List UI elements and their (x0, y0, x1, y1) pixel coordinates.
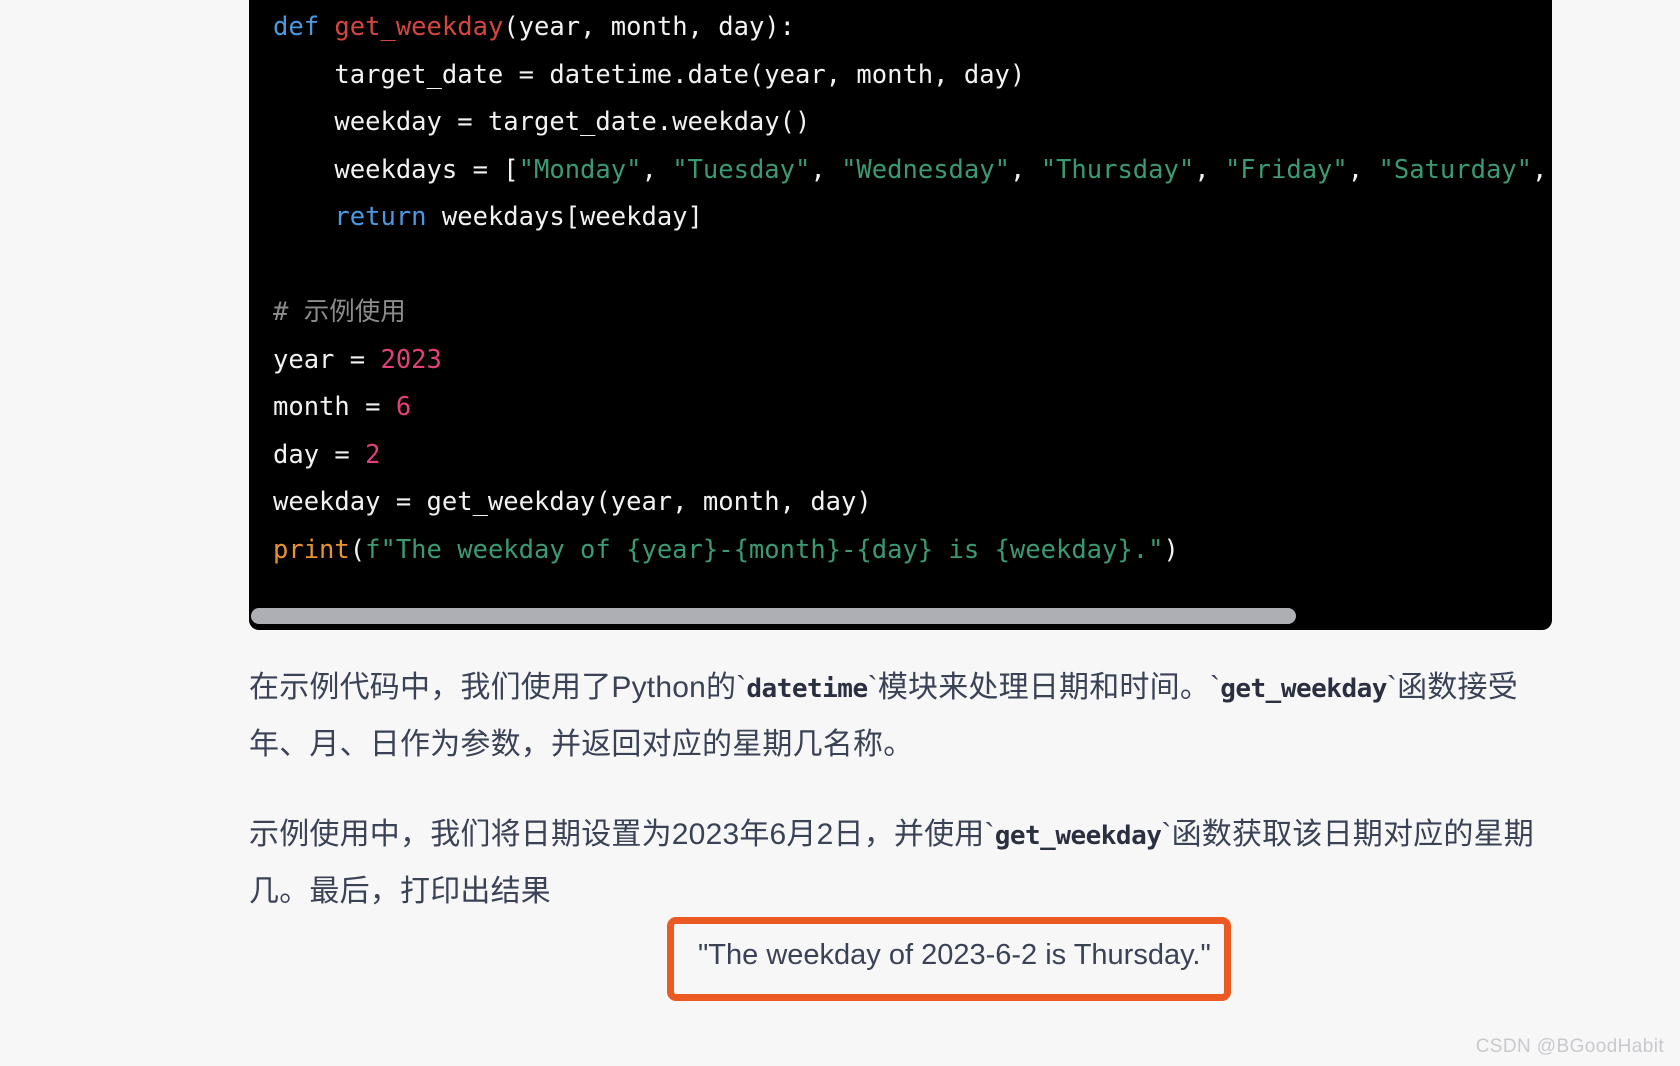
code-token-cmt: # 示例使用 (273, 297, 406, 327)
code-token-plain: weekday = target_date.weekday() (273, 107, 811, 137)
code-token-num: 2 (365, 439, 381, 470)
code-line: # 示例使用 (273, 289, 1552, 337)
article-body: 在示例代码中，我们使用了Python的`datetime`模块来处理日期和时间。… (249, 660, 1549, 954)
paragraph-2-seg-1: 示例使用中，我们将日期设置为2023年6月2日，并使用` (249, 818, 995, 851)
code-token-str: "Thursday" (1040, 154, 1195, 185)
code-token-kw: def (273, 12, 335, 42)
code-token-plain: day = (273, 439, 366, 470)
code-token-str: f"The weekday of {year}-{month}-{day} is… (365, 534, 1164, 565)
code-line: def get_weekday(year, month, day): (273, 4, 1552, 52)
code-token-kw: return (273, 202, 427, 232)
code-token-plain: (year, month, day): (503, 12, 796, 42)
code-token-builtin: print (273, 534, 350, 565)
code-token-plain: , (1009, 154, 1041, 185)
code-token-plain: ( (349, 534, 366, 565)
code-token-str: "Monday" (518, 154, 642, 185)
result-highlight-box: "The weekday of 2023-6-2 is Thursday." (667, 917, 1231, 1001)
code-horizontal-scrollbar-track[interactable] (249, 608, 1552, 624)
code-token-num: 2023 (380, 344, 442, 375)
code-token-str: "Friday" (1224, 154, 1348, 185)
code-token-plain: year = (273, 344, 381, 375)
csdn-watermark: CSDN @BGoodHabit (1475, 1036, 1664, 1057)
code-token-plain: weekdays[weekday] (426, 202, 703, 232)
result-output-text: "The weekday of 2023-6-2 is Thursday." (698, 939, 1211, 971)
code-token-str: "Wednesday" (841, 154, 1010, 185)
code-scroll-area[interactable]: def get_weekday(year, month, day): targe… (249, 0, 1552, 630)
code-line: month = 6 (273, 384, 1552, 432)
code-token-plain: , (1532, 154, 1548, 185)
code-token-num: 6 (395, 392, 412, 422)
code-block: def get_weekday(year, month, day): targe… (249, 0, 1552, 630)
code-token-plain: , (810, 154, 842, 185)
code-token-str: "Tuesday" (672, 154, 811, 185)
paragraph-explanation: 在示例代码中，我们使用了Python的`datetime`模块来处理日期和时间。… (249, 660, 1549, 773)
code-token-fn: get_weekday (334, 12, 504, 42)
code-horizontal-scrollbar-thumb[interactable] (251, 608, 1296, 624)
paragraph-example-usage: 示例使用中，我们将日期设置为2023年6月2日，并使用`get_weekday`… (249, 807, 1549, 920)
code-line: weekdays = ["Monday", "Tuesday", "Wednes… (273, 147, 1552, 195)
code-token-str: "Saturday" (1378, 154, 1533, 185)
code-line: day = 2 (273, 432, 1552, 480)
paragraph-1-seg-1: 在示例代码中，我们使用了Python的` (249, 671, 747, 704)
code-token-plain: weekday = get_weekday(year, month, day) (273, 487, 872, 517)
code-token-plain: , (1194, 154, 1225, 185)
code-token-plain: , (641, 154, 673, 185)
inline-code-datetime: datetime (746, 674, 868, 704)
code-line: return weekdays[weekday] (273, 194, 1552, 242)
code-line: weekday = target_date.weekday() (273, 99, 1552, 147)
code-line: year = 2023 (273, 337, 1552, 385)
code-line: target_date = datetime.date(year, month,… (273, 52, 1552, 100)
code-line: weekday = get_weekday(year, month, day) (273, 479, 1552, 527)
code-token-plain: weekdays = [ (273, 154, 519, 185)
code-token-plain: , (1347, 154, 1379, 185)
paragraph-1-seg-2: `模块来处理日期和时间。` (867, 671, 1221, 704)
code-line: print(f"The weekday of {year}-{month}-{d… (273, 527, 1552, 575)
code-token-plain: ) (1163, 534, 1179, 565)
code-token-plain: target_date = datetime.date(year, month,… (273, 59, 1026, 90)
inline-code-get-weekday-2: get_weekday (994, 821, 1162, 851)
inline-code-get-weekday-1: get_weekday (1220, 674, 1387, 704)
code-token-plain: month = (273, 392, 396, 422)
